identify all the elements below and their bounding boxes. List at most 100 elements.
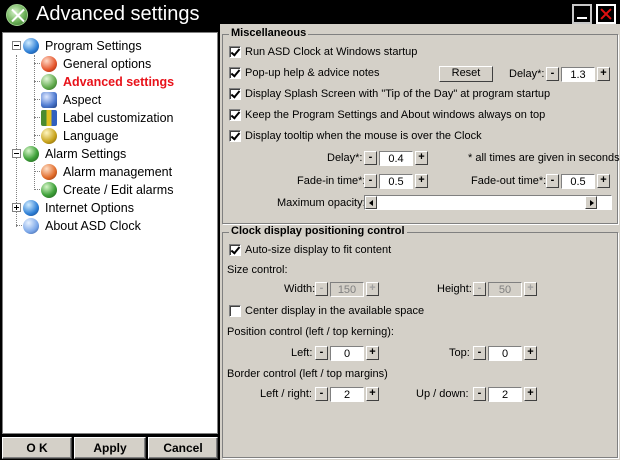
max-opacity-slider[interactable]: [364, 195, 612, 210]
run-at-startup-label: Run ASD Clock at Windows startup: [245, 46, 418, 58]
tree-line: [34, 81, 40, 82]
height-input[interactable]: [488, 282, 522, 297]
popup-help-checkbox[interactable]: [229, 67, 241, 79]
splash-checkbox[interactable]: [229, 88, 241, 100]
tree-line: [34, 99, 40, 100]
left-right-plus-button[interactable]: +: [366, 387, 379, 401]
tooltip-delay-minus-button[interactable]: -: [364, 151, 377, 165]
slider-right-arrow-icon[interactable]: [585, 196, 597, 209]
border-control-label: Border control (left / top margins): [227, 368, 388, 380]
time-units-note: * all times are given in seconds: [468, 152, 620, 164]
max-opacity-label: Maximum opacity:: [277, 197, 366, 209]
tooltip-checkbox[interactable]: [229, 130, 241, 142]
collapse-program-settings[interactable]: [12, 41, 21, 50]
clock-position-legend: Clock display positioning control: [229, 225, 407, 237]
tree-line: [34, 163, 35, 190]
autosize-checkbox[interactable]: [229, 244, 241, 256]
tree-line: [34, 171, 40, 172]
tree-line: [34, 55, 35, 145]
up-down-label: Up / down:: [416, 388, 469, 400]
misc-group: Miscellaneous Run ASD Clock at Windows s…: [222, 27, 620, 224]
top-plus-button[interactable]: +: [524, 346, 537, 360]
popup-delay-plus-button[interactable]: +: [597, 67, 610, 81]
top-minus-button[interactable]: -: [473, 346, 486, 360]
always-on-top-checkbox[interactable]: [229, 109, 241, 121]
slider-left-arrow-icon[interactable]: [365, 196, 377, 209]
internet-icon: [23, 200, 39, 216]
fade-in-plus-button[interactable]: +: [415, 174, 428, 188]
alarm-icon: [23, 146, 39, 162]
top-label: Top:: [449, 347, 470, 359]
left-minus-button[interactable]: -: [315, 346, 328, 360]
width-input[interactable]: [330, 282, 364, 297]
tree-line: [34, 189, 40, 190]
app-clock-icon: [6, 4, 28, 26]
expand-internet-options[interactable]: [12, 203, 21, 212]
apply-button[interactable]: Apply: [74, 437, 146, 459]
left-label: Left:: [291, 347, 313, 359]
left-right-input[interactable]: [330, 387, 364, 402]
left-right-label: Left / right:: [260, 388, 312, 400]
tree-line: [34, 63, 40, 64]
clock-position-group: Clock display positioning control Auto-s…: [222, 225, 618, 458]
fade-in-label: Fade-in time*:: [297, 175, 366, 187]
tree-line: [16, 55, 17, 227]
fade-out-plus-button[interactable]: +: [597, 174, 610, 188]
fade-out-label: Fade-out time*:: [471, 175, 547, 187]
center-display-label: Center display in the available space: [245, 305, 425, 317]
alarm-management-icon: [41, 164, 57, 180]
up-down-input[interactable]: [488, 387, 522, 402]
wrench-icon: [41, 74, 57, 90]
misc-legend: Miscellaneous: [229, 27, 309, 39]
reset-button[interactable]: Reset: [439, 66, 493, 82]
width-plus-button[interactable]: +: [366, 282, 379, 296]
popup-delay-minus-button[interactable]: -: [546, 67, 559, 81]
tooltip-label: Display tooltip when the mouse is over t…: [245, 130, 482, 142]
ok-button[interactable]: O K: [2, 437, 72, 459]
settings-tree: Program Settings General options Advance…: [2, 32, 218, 434]
window-title: Advanced settings: [36, 3, 200, 25]
tooltip-delay-label: Delay*:: [327, 152, 363, 164]
height-label: Height:: [437, 283, 472, 295]
cancel-button[interactable]: Cancel: [148, 437, 218, 459]
position-control-label: Position control (left / top kerning):: [227, 326, 394, 338]
tooltip-delay-input[interactable]: [379, 151, 413, 166]
tree-line: [16, 225, 22, 226]
language-icon: [41, 128, 57, 144]
tooltip-delay-plus-button[interactable]: +: [415, 151, 428, 165]
size-control-label: Size control:: [227, 264, 288, 276]
globe-icon: [23, 38, 39, 54]
popup-help-label: Pop-up help & advice notes: [245, 67, 380, 79]
popup-delay-input[interactable]: [561, 67, 595, 82]
run-at-startup-checkbox[interactable]: [229, 46, 241, 58]
center-display-checkbox[interactable]: [229, 305, 241, 317]
tree-line: [34, 117, 40, 118]
always-on-top-label: Keep the Program Settings and About wind…: [245, 109, 546, 121]
width-minus-button[interactable]: -: [315, 282, 328, 296]
label-icon: [41, 110, 57, 126]
up-down-minus-button[interactable]: -: [473, 387, 486, 401]
fade-in-input[interactable]: [379, 174, 413, 189]
close-button[interactable]: [596, 4, 616, 24]
minimize-button[interactable]: [572, 4, 592, 24]
up-down-plus-button[interactable]: +: [524, 387, 537, 401]
left-right-minus-button[interactable]: -: [315, 387, 328, 401]
settings-panel: Miscellaneous Run ASD Clock at Windows s…: [220, 24, 620, 460]
fade-out-input[interactable]: [561, 174, 595, 189]
fade-in-minus-button[interactable]: -: [364, 174, 377, 188]
height-minus-button[interactable]: -: [473, 282, 486, 296]
gear-icon: [41, 56, 57, 72]
autosize-label: Auto-size display to fit content: [245, 244, 392, 256]
collapse-alarm-settings[interactable]: [12, 149, 21, 158]
left-input[interactable]: [330, 346, 364, 361]
tree-line: [34, 135, 40, 136]
height-plus-button[interactable]: +: [524, 282, 537, 296]
aspect-icon: [41, 92, 57, 108]
create-alarm-icon: [41, 182, 57, 198]
splash-label: Display Splash Screen with "Tip of the D…: [245, 88, 551, 100]
top-input[interactable]: [488, 346, 522, 361]
popup-delay-label: Delay*:: [509, 68, 545, 80]
left-plus-button[interactable]: +: [366, 346, 379, 360]
fade-out-minus-button[interactable]: -: [546, 174, 559, 188]
about-icon: [23, 218, 39, 234]
